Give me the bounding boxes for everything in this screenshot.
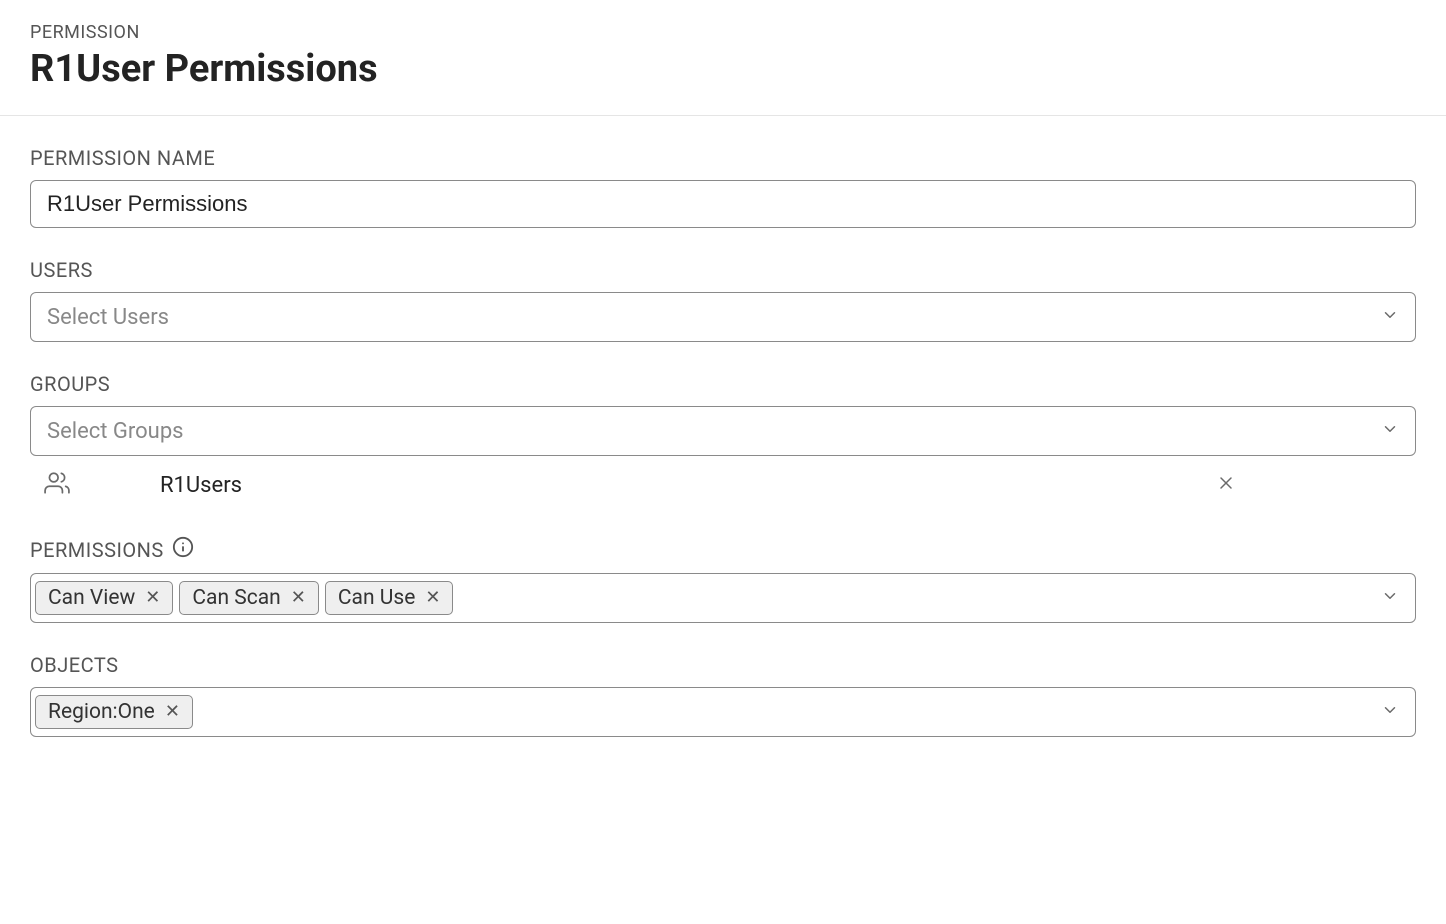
selected-group-row: R1Users [30,456,1416,506]
users-select[interactable]: Select Users [30,292,1416,342]
permissions-tags: Can View ✕ Can Scan ✕ Can Use ✕ [35,581,1375,615]
object-tag: Region:One ✕ [35,695,193,729]
permissions-select[interactable]: Can View ✕ Can Scan ✕ Can Use ✕ [30,573,1416,623]
chevron-down-icon [1381,305,1399,330]
permission-tag-label: Can Use [338,586,416,610]
permission-name-label: PERMISSION NAME [30,146,1416,170]
groups-select[interactable]: Select Groups [30,406,1416,456]
permission-tag: Can View ✕ [35,581,173,615]
info-icon[interactable] [172,536,194,563]
remove-group-button[interactable] [1216,473,1236,497]
remove-tag-button[interactable]: ✕ [145,589,160,607]
remove-tag-button[interactable]: ✕ [165,703,180,721]
permissions-label: PERMISSIONS [30,536,1416,563]
chevron-down-icon [1381,700,1399,725]
permission-tag-label: Can View [48,586,135,610]
objects-label: OBJECTS [30,653,1416,677]
header-label: PERMISSION [30,22,1416,43]
objects-select[interactable]: Region:One ✕ [30,687,1416,737]
permission-tag: Can Use ✕ [325,581,454,615]
remove-tag-button[interactable]: ✕ [425,589,440,607]
permission-tag-label: Can Scan [192,586,280,610]
permission-tag: Can Scan ✕ [179,581,318,615]
permissions-label-text: PERMISSIONS [30,538,164,562]
field-permissions: PERMISSIONS Can View ✕ Can Scan ✕ Can Us… [30,536,1416,623]
chevron-down-icon [1381,586,1399,611]
people-icon [44,470,70,500]
users-label: USERS [30,258,1416,282]
objects-tags: Region:One ✕ [35,695,1375,729]
groups-placeholder: Select Groups [47,419,184,444]
field-permission-name: PERMISSION NAME [30,146,1416,228]
page-title: R1User Permissions [30,47,1416,91]
object-tag-label: Region:One [48,700,155,724]
page-header: PERMISSION R1User Permissions [0,0,1446,116]
selected-group-name: R1Users [160,473,1126,498]
chevron-down-icon [1381,419,1399,444]
groups-label: GROUPS [30,372,1416,396]
permission-name-input[interactable] [30,180,1416,228]
form-content: PERMISSION NAME USERS Select Users GROUP… [0,116,1446,807]
field-objects: OBJECTS Region:One ✕ [30,653,1416,737]
users-placeholder: Select Users [47,305,169,330]
remove-tag-button[interactable]: ✕ [291,589,306,607]
field-groups: GROUPS Select Groups R1Users [30,372,1416,506]
field-users: USERS Select Users [30,258,1416,342]
